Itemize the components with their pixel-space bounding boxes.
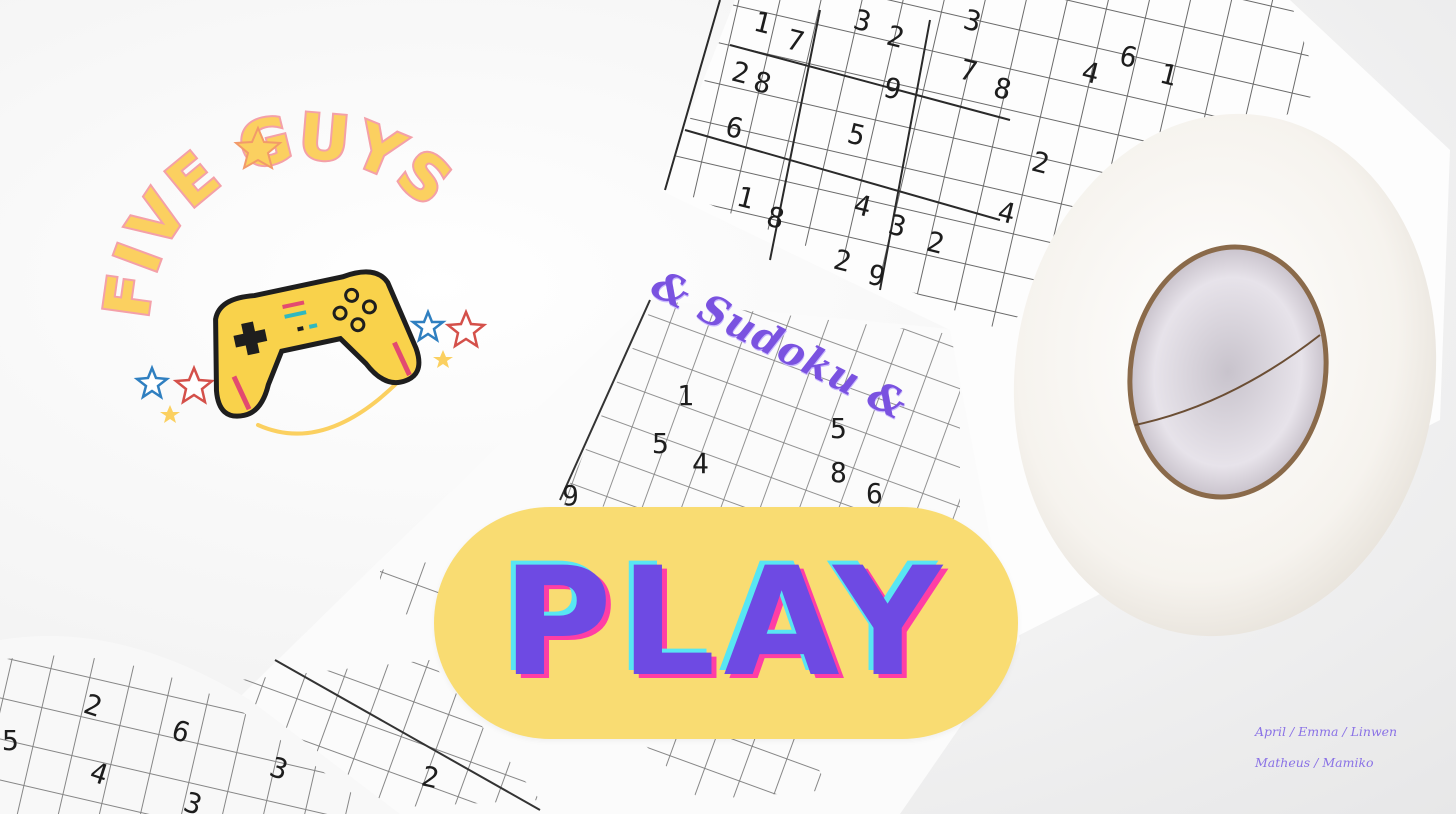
paper-digit: 6: [866, 477, 883, 510]
paper-digit: 4: [692, 447, 709, 480]
five-guys-logo: FIVE GUYS: [88, 97, 488, 436]
play-button[interactable]: PLAY: [434, 507, 1018, 739]
paper-digit: 8: [830, 456, 847, 489]
credits: April / Emma / Linwen Matheus / Mamiko: [1255, 716, 1397, 778]
play-label: PLAY: [502, 536, 950, 710]
controller-icon: [213, 269, 422, 419]
small-roll-digit: 5: [2, 724, 19, 757]
paper-digit: 5: [652, 427, 669, 460]
credits-line-1: April / Emma / Linwen: [1255, 724, 1398, 739]
credits-line-2: Matheus / Mamiko: [1255, 755, 1374, 770]
paper-digit: 1: [677, 379, 694, 412]
smile-curve: [256, 378, 402, 436]
paper-digit: 5: [830, 412, 847, 445]
